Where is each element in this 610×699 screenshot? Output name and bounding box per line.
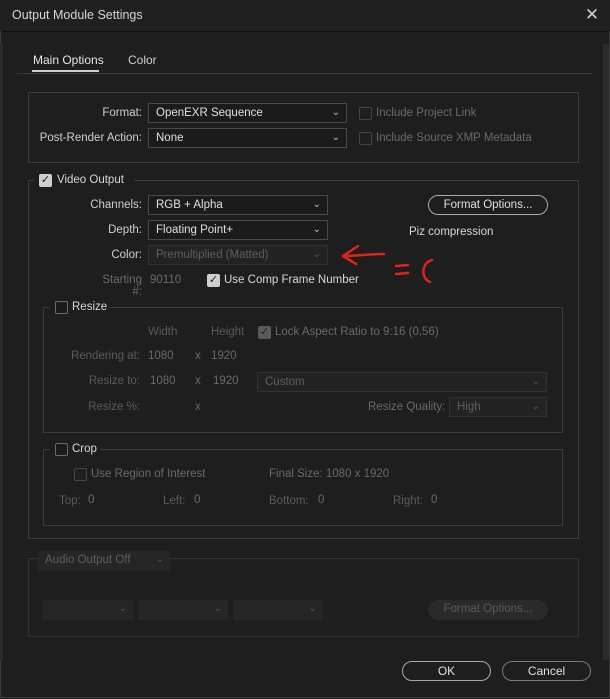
crop-right-label: Right: — [393, 495, 424, 507]
audio-bit-depth-dropdown[interactable]: ⌄ — [138, 600, 228, 620]
color-value: Premultiplied (Matted) — [156, 249, 269, 261]
compression-note: Piz compression — [409, 226, 494, 238]
crop-bottom-field[interactable]: 0 — [318, 494, 324, 506]
resize-to-width-field[interactable]: 1080 — [150, 375, 176, 387]
depth-label: Depth: — [108, 224, 142, 236]
rendering-width: 1080 — [148, 350, 174, 362]
depth-dropdown[interactable]: Floating Point+ ⌄ — [148, 220, 328, 240]
height-header: Height — [211, 326, 245, 338]
audio-output-dropdown[interactable]: Audio Output Off ⌄ — [38, 551, 170, 571]
include-xmp-checkbox[interactable] — [359, 132, 372, 145]
width-header: Width — [148, 326, 178, 338]
format-dropdown[interactable]: OpenEXR Sequence ⌄ — [148, 103, 347, 123]
cancel-button[interactable]: Cancel — [502, 661, 591, 681]
crop-checkbox[interactable] — [55, 443, 68, 456]
resize-to-x: x — [195, 375, 201, 387]
crop-top-label: Top: — [59, 495, 81, 507]
lock-aspect-checkbox[interactable]: ✓ — [258, 326, 271, 339]
video-output-checkbox[interactable]: ✓ — [39, 174, 52, 187]
chevron-down-icon: ⌄ — [531, 401, 540, 412]
include-xmp-label: Include Source XMP Metadata — [376, 132, 532, 144]
resize-quality-dropdown[interactable]: High ⌄ — [449, 397, 547, 417]
chevron-down-icon: ⌄ — [331, 132, 340, 143]
chevron-down-icon: ⌄ — [312, 224, 321, 235]
chevron-down-icon: ⌄ — [308, 603, 317, 614]
channels-label: Channels: — [90, 199, 142, 211]
arrow-annotation-icon — [341, 244, 434, 284]
lock-aspect-label: Lock Aspect Ratio to 9:16 (0,56) — [275, 326, 439, 338]
audio-format-options-button[interactable]: Format Options... — [428, 600, 548, 620]
video-format-options-button[interactable]: Format Options... — [428, 195, 548, 215]
resize-to-label: Resize to: — [88, 375, 140, 387]
crop-group — [43, 449, 563, 526]
audio-output-value: Audio Output Off — [45, 554, 131, 566]
resize-preset-dropdown[interactable]: Custom ⌄ — [257, 372, 547, 392]
use-roi-checkbox[interactable] — [74, 468, 87, 481]
crop-left-field[interactable]: 0 — [194, 494, 200, 506]
close-icon[interactable]: ✕ — [582, 5, 602, 25]
tab-main-options[interactable]: Main Options — [33, 53, 104, 67]
include-project-link-label: Include Project Link — [376, 107, 477, 119]
resize-quality-value: High — [457, 401, 481, 413]
tab-separator — [17, 73, 593, 74]
resize-percent-label: Resize %: — [88, 401, 140, 413]
channels-dropdown[interactable]: RGB + Alpha ⌄ — [148, 195, 328, 215]
resize-percent-x: x — [195, 401, 201, 413]
crop-left-label: Left: — [163, 495, 186, 507]
video-output-label: Video Output — [57, 174, 124, 186]
resize-quality-label: Resize Quality: — [368, 401, 446, 413]
chevron-down-icon: ⌄ — [312, 249, 321, 260]
color-dropdown[interactable]: Premultiplied (Matted) ⌄ — [148, 245, 328, 265]
starting-number-field[interactable]: 90110 — [150, 274, 181, 286]
crop-right-field[interactable]: 0 — [431, 494, 437, 506]
window-title: Output Module Settings — [12, 8, 143, 22]
format-label: Format: — [102, 107, 142, 119]
left-edge — [0, 44, 3, 660]
rendering-x: x — [195, 350, 201, 362]
audio-sample-rate-dropdown[interactable]: ⌄ — [43, 600, 133, 620]
format-value: OpenEXR Sequence — [156, 107, 263, 119]
use-comp-frame-checkbox[interactable]: ✓ — [207, 274, 220, 287]
use-roi-label: Use Region of Interest — [91, 468, 206, 480]
tab-color[interactable]: Color — [128, 53, 157, 67]
post-render-dropdown[interactable]: None ⌄ — [148, 128, 347, 148]
starting-number-label: Starting #: — [102, 274, 142, 298]
resize-label: Resize — [72, 301, 108, 313]
ok-button[interactable]: OK — [402, 661, 491, 681]
chevron-down-icon: ⌄ — [531, 376, 540, 387]
chevron-down-icon: ⌄ — [331, 107, 340, 118]
include-project-link-checkbox[interactable] — [359, 107, 372, 120]
color-label: Color: — [111, 249, 142, 261]
post-render-label: Post-Render Action: — [39, 132, 142, 144]
chevron-down-icon: ⌄ — [118, 603, 127, 614]
crop-top-field[interactable]: 0 — [88, 494, 94, 506]
chevron-down-icon: ⌄ — [155, 554, 164, 565]
crop-label: Crop — [72, 443, 97, 455]
resize-to-height-field[interactable]: 1920 — [213, 375, 239, 387]
resize-preset-value: Custom — [265, 376, 305, 388]
rendering-height: 1920 — [211, 350, 237, 362]
active-tab-indicator — [32, 70, 99, 72]
chevron-down-icon: ⌄ — [213, 603, 222, 614]
resize-checkbox[interactable] — [55, 301, 68, 314]
rendering-at-label: Rendering at: — [70, 350, 140, 362]
right-scrollbar[interactable] — [603, 44, 609, 660]
final-size-text: Final Size: 1080 x 1920 — [269, 468, 390, 480]
chevron-down-icon: ⌄ — [312, 199, 321, 210]
depth-value: Floating Point+ — [156, 224, 234, 236]
channels-value: RGB + Alpha — [156, 199, 223, 211]
audio-channels-dropdown[interactable]: ⌄ — [233, 600, 323, 620]
crop-bottom-label: Bottom: — [269, 495, 309, 507]
post-render-value: None — [156, 132, 184, 144]
